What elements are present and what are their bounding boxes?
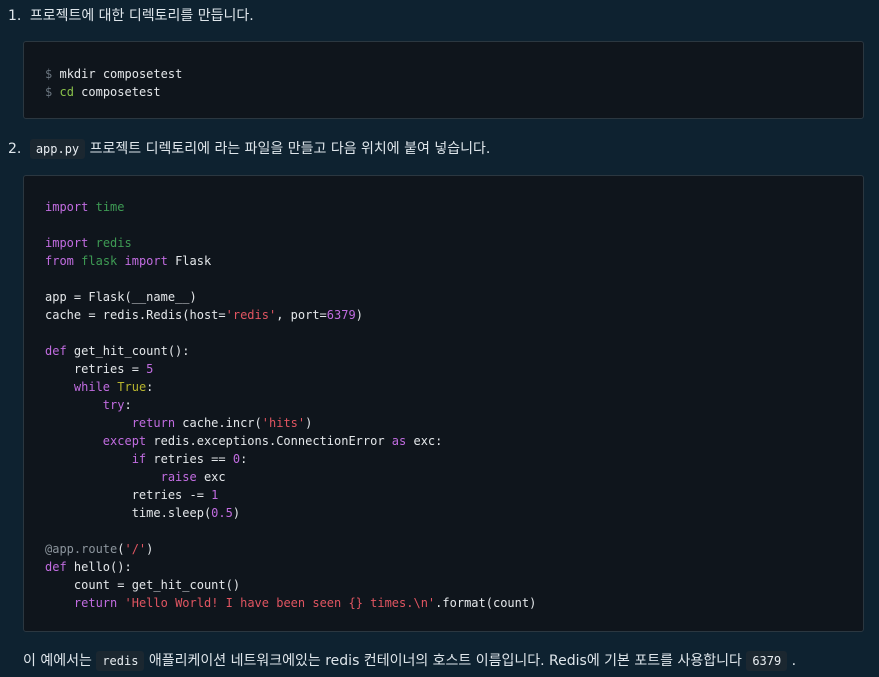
code-line: retries -= 1	[45, 488, 219, 502]
code-line: return 'Hello World! I have been seen {}…	[73, 596, 537, 610]
step-text: 프로젝트에 대한 디렉토리를 만듭니다.	[29, 8, 254, 24]
code-line: from flask import Flask	[45, 254, 212, 268]
code-line: def get_hit_count():	[45, 344, 190, 358]
terminal-code-block[interactable]: $ mkdir composetest $ cd composetest	[23, 41, 864, 119]
code-line: import time	[45, 200, 125, 214]
code-line: while True:	[73, 380, 154, 394]
code-line: app = Flask(__name__)	[45, 290, 197, 304]
step-text: 프로젝트 디렉토리에 라는 파일을 만들고 다음 위치에 붙여 넣습니다.	[89, 141, 491, 157]
terminal-line: $ mkdir composetest	[45, 67, 183, 81]
code-line: cache = redis.Redis(host='redis', port=6…	[45, 308, 363, 322]
step-number: 2.	[8, 141, 22, 157]
code-line: except redis.exceptions.ConnectionError …	[102, 434, 443, 448]
code-line: raise exc	[160, 470, 226, 484]
step-1: 1. 프로젝트에 대한 디렉토리를 만듭니다.	[8, 5, 254, 25]
inline-code-filename: app.py	[29, 139, 86, 159]
code-line: return cache.incr('hits')	[131, 416, 313, 430]
code-line: retries = 5	[45, 362, 154, 376]
step-2: 2. app.py 프로젝트 디렉토리에 라는 파일을 만들고 다음 위치에 붙…	[8, 138, 491, 159]
code-line: def hello():	[45, 560, 132, 574]
step-number: 1.	[8, 8, 22, 24]
terminal-line: $ cd composetest	[45, 85, 161, 99]
inline-code-redis: redis	[96, 651, 145, 671]
code-line: count = get_hit_count()	[45, 578, 241, 592]
code-line: try:	[102, 398, 132, 412]
code-line: if retries == 0:	[131, 452, 248, 466]
inline-code-port: 6379	[746, 651, 788, 671]
explanation-paragraph: 이 예에서는 redis 애플리케이션 네트워크에있는 redis 컨테이너의 …	[23, 651, 797, 671]
code-line: @app.route('/')	[45, 542, 154, 556]
code-line: import redis	[45, 236, 132, 250]
python-code-block[interactable]: import time import redis from flask impo…	[23, 175, 864, 632]
code-line: time.sleep(0.5)	[45, 506, 241, 520]
